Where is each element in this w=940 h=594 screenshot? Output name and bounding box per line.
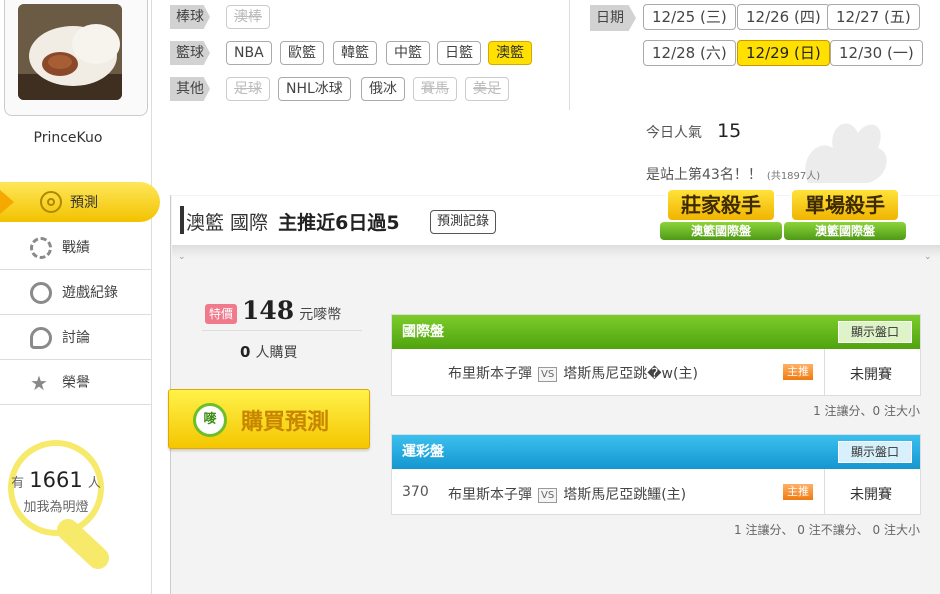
league-title: 澳籃 國際	[186, 212, 269, 234]
badge-subtitle: 澳籃國際盤	[784, 222, 906, 240]
buyer-unit: 人購買	[255, 345, 298, 361]
badge-subtitle: 澳籃國際盤	[660, 222, 782, 240]
avatar-frame	[4, 0, 148, 116]
buy-prediction-button[interactable]: 嘜 購買預測	[168, 389, 370, 449]
date-chip-1229[interactable]: 12/29 (日)	[737, 40, 830, 66]
nav-item-label: 遊戲紀錄	[62, 285, 118, 301]
date-label: 日期	[590, 5, 636, 31]
popularity: 今日人氣 15	[646, 120, 741, 142]
away-team: 布里斯本子彈	[448, 487, 532, 503]
away-team: 布里斯本子彈	[448, 366, 532, 382]
discount-tag: 特價	[205, 304, 237, 324]
filter-chip-soccer: 足球	[226, 77, 270, 101]
buyer-count: 0	[240, 343, 251, 361]
filter-chip-american-football: 美足	[465, 77, 509, 101]
banker-killer-badge: 莊家殺手 澳籃國際盤	[660, 188, 782, 254]
game-status: 未開賽	[850, 367, 892, 383]
game-number: 370	[402, 484, 429, 500]
market-title: 運彩盤	[402, 444, 444, 460]
nav-arrow	[0, 190, 14, 214]
medal-icon: ★	[30, 371, 48, 395]
single-game-killer-badge: 單場殺手 澳籃國際盤	[784, 188, 906, 254]
market-title: 國際盤	[402, 324, 444, 340]
show-odds-button[interactable]: 顯示盤口	[837, 441, 912, 463]
filter-chip-aus-basketball[interactable]: 澳籃	[488, 41, 532, 65]
matchup[interactable]: 布里斯本子彈 VS 塔斯馬尼亞跳鱷(主)	[448, 484, 686, 504]
home-team: 塔斯馬尼亞跳�w(主)	[563, 366, 698, 382]
chat-icon	[30, 327, 52, 349]
nav-item-label: 榮譽	[62, 375, 90, 391]
filter-chip-russia-hockey[interactable]: 俄冰	[361, 77, 405, 101]
badge-title: 莊家殺手	[666, 188, 776, 222]
show-odds-button[interactable]: 顯示盤口	[837, 321, 912, 343]
date-chip-1230[interactable]: 12/30 (一)	[830, 40, 923, 66]
nav-item-record[interactable]: 戰績	[0, 225, 152, 270]
market-international: 國際盤 顯示盤口 布里斯本子彈 VS 塔斯馬尼亞跳�w(主) 主推 未開賽	[391, 314, 921, 396]
nav-item-honor[interactable]: ★ 榮譽	[0, 360, 152, 405]
streak-title: 主推近6日過5	[278, 212, 400, 234]
nav-item-discuss[interactable]: 討論	[0, 315, 152, 360]
username[interactable]: PrinceKuo	[0, 130, 136, 146]
fans-prefix: 有	[11, 476, 25, 491]
bet-summary: 1 注讓分、 0 注不讓分、 0 注大小	[734, 523, 920, 537]
rank: 是站上第43名！！ (共1897人)	[646, 164, 820, 184]
filter-chip-korea-basketball[interactable]: 韓籃	[333, 41, 377, 65]
main-pick-badge: 主推	[783, 484, 813, 500]
date-chip-1225[interactable]: 12/25 (三)	[643, 4, 736, 30]
filter-label-other: 其他	[170, 77, 210, 101]
records-button[interactable]: 預測記錄	[430, 210, 497, 234]
date-chip-1226[interactable]: 12/26 (四)	[737, 4, 830, 30]
vs-badge: VS	[538, 366, 558, 382]
coin-logo-icon: 嘜	[193, 403, 227, 437]
filter-chip-horse-racing: 賽馬	[413, 77, 457, 101]
vs-badge: VS	[538, 487, 558, 503]
ring-icon	[30, 282, 52, 304]
rank-text: 是站上第43名！！	[646, 167, 762, 183]
filter-chip-euro-basketball[interactable]: 歐籃	[280, 41, 324, 65]
home-team: 塔斯馬尼亞跳鱷(主)	[563, 487, 687, 503]
main-pick-badge: 主推	[783, 364, 813, 380]
chevron-down-icon: ⌄	[924, 252, 932, 262]
filter-label-baseball: 棒球	[170, 5, 210, 29]
filter-chip-aus-baseball: 澳棒	[226, 5, 270, 29]
target-icon	[40, 191, 62, 213]
price: 148	[242, 296, 295, 325]
nav-item-label: 預測	[70, 195, 98, 211]
nav-item-predict[interactable]: 預測	[0, 182, 160, 222]
date-chip-1228[interactable]: 12/28 (六)	[643, 40, 736, 66]
nav-item-game-log[interactable]: 遊戲紀錄	[0, 270, 152, 315]
filter-divider	[569, 0, 570, 110]
avatar[interactable]	[18, 4, 122, 100]
date-chip-1227[interactable]: 12/27 (五)	[827, 4, 920, 30]
matchup[interactable]: 布里斯本子彈 VS 塔斯馬尼亞跳�w(主)	[448, 363, 698, 383]
nav-item-label: 戰績	[62, 240, 90, 256]
fans-unit: 人	[87, 476, 101, 491]
buy-label: 購買預測	[241, 410, 330, 435]
badge-title: 單場殺手	[790, 188, 900, 222]
market-sports-lottery: 運彩盤 顯示盤口 370 布里斯本子彈 VS 塔斯馬尼亞跳鱷(主) 主推 未開賽	[391, 434, 921, 515]
rank-total: (共1897人)	[766, 171, 821, 182]
popularity-label: 今日人氣	[646, 125, 702, 141]
filter-chip-nba[interactable]: NBA	[226, 41, 272, 65]
nav-item-label: 討論	[62, 330, 90, 346]
fans-cta: 加我為明燈	[23, 500, 89, 515]
filter-label-basketball: 籃球	[170, 41, 210, 65]
bet-summary: 1 注讓分、0 注大小	[813, 404, 920, 418]
filter-chip-nhl[interactable]: NHL冰球	[278, 77, 351, 101]
filter-chip-japan-basketball[interactable]: 日籃	[437, 41, 481, 65]
fans-lamp[interactable]: 有 1661 人 加我為明燈	[6, 440, 110, 576]
game-status: 未開賽	[850, 487, 892, 503]
popularity-value: 15	[717, 120, 742, 142]
chart-icon	[30, 237, 52, 259]
filter-chip-china-basketball[interactable]: 中籃	[386, 41, 430, 65]
fans-count: 1661	[29, 468, 83, 492]
price-unit: 元嘜幣	[299, 307, 342, 323]
